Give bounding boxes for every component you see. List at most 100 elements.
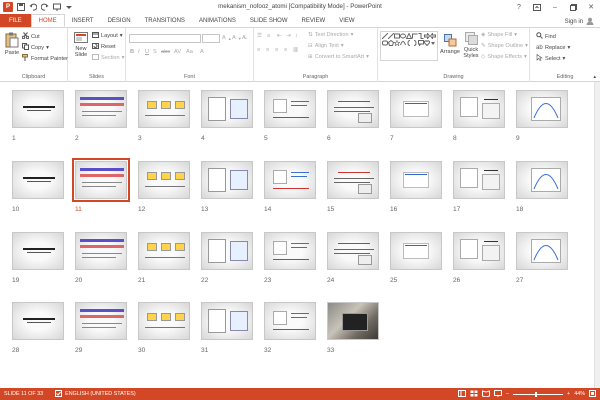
slide-thumbnail-29[interactable] [75, 302, 127, 340]
paste-button[interactable]: Paste [3, 32, 21, 56]
zoom-slider[interactable] [513, 391, 564, 397]
slide-thumbnail-23[interactable] [264, 232, 316, 270]
slide-thumbnail-20[interactable] [75, 232, 127, 270]
underline-icon[interactable]: U [145, 49, 149, 55]
sign-in[interactable]: Sign in [565, 17, 594, 27]
font-color-icon[interactable]: A [200, 49, 204, 55]
slide-thumbnail-15[interactable] [327, 161, 379, 199]
slide-thumbnail-10[interactable] [12, 161, 64, 199]
slide-thumbnail-5[interactable] [264, 90, 316, 128]
vertical-scrollbar[interactable] [594, 82, 600, 388]
shadow-icon[interactable]: S [153, 49, 157, 55]
slide-thumbnail-9[interactable] [516, 90, 568, 128]
slide-thumbnail-13[interactable] [201, 161, 253, 199]
slide-thumbnail-31[interactable] [201, 302, 253, 340]
justify-icon[interactable]: ≡ [284, 47, 287, 53]
italic-icon[interactable]: I [138, 49, 140, 55]
slide-thumbnail-11[interactable] [72, 158, 130, 202]
tab-animations[interactable]: ANIMATIONS [192, 14, 243, 27]
tab-view[interactable]: VIEW [332, 14, 361, 27]
quick-styles-button[interactable]: Quick Styles [462, 32, 480, 59]
ribbon-display-icon[interactable] [528, 0, 546, 14]
slide-thumbnail-14[interactable] [264, 161, 316, 199]
customize-qat-icon[interactable] [64, 3, 73, 12]
shape-fill-button[interactable]: ◈ Shape Fill ▾ [481, 32, 517, 38]
zoom-level[interactable]: 44% [574, 391, 585, 397]
tab-transitions[interactable]: TRANSITIONS [138, 14, 192, 27]
sign-in-label[interactable]: Sign in [565, 19, 583, 25]
text-direction-button[interactable]: ⇅ Text Direction ▾ [308, 32, 353, 38]
clear-formatting-icon[interactable]: A̶ [242, 35, 246, 41]
zoom-out-button[interactable]: – [506, 391, 509, 397]
convert-smartart-button[interactable]: ⊞ Convert to SmartArt ▾ [308, 54, 369, 60]
slide-thumbnail-24[interactable] [327, 232, 379, 270]
line-spacing-icon[interactable]: ↕ [295, 33, 298, 39]
restore-icon[interactable] [564, 0, 582, 14]
slide-thumbnail-27[interactable] [516, 232, 568, 270]
tab-review[interactable]: REVIEW [295, 14, 333, 27]
slide-thumbnail-19[interactable] [12, 232, 64, 270]
replace-button[interactable]: ab Replace ▾ [536, 43, 570, 52]
slide-thumbnail-30[interactable] [138, 302, 190, 340]
numbering-icon[interactable]: ≡ [267, 33, 270, 39]
tab-file[interactable]: FILE [0, 14, 31, 27]
slide-thumbnail-16[interactable] [390, 161, 442, 199]
slide-thumbnail-17[interactable] [453, 161, 505, 199]
help-icon[interactable]: ? [510, 0, 528, 14]
zoom-in-button[interactable]: + [567, 391, 570, 397]
slide-thumbnail-1[interactable] [12, 90, 64, 128]
slide-thumbnail-21[interactable] [138, 232, 190, 270]
bold-icon[interactable]: B [130, 49, 134, 55]
slideshow-view-icon[interactable] [494, 389, 503, 399]
arrange-button[interactable]: Arrange [440, 34, 460, 55]
start-slideshow-icon[interactable] [52, 3, 61, 12]
reading-view-icon[interactable] [482, 389, 491, 399]
arrow-shape-icon[interactable] [430, 33, 436, 39]
slide-thumbnail-12[interactable] [138, 161, 190, 199]
zoom-slider-thumb[interactable] [535, 391, 538, 397]
language-indicator[interactable]: ENGLISH (UNITED STATES) [55, 389, 136, 399]
increase-indent-icon[interactable]: ⇥ [286, 33, 291, 39]
find-button[interactable]: Find [536, 32, 556, 41]
change-case-icon[interactable]: Aa [186, 49, 193, 55]
slide-thumbnail-6[interactable] [327, 90, 379, 128]
slide-thumbnail-3[interactable] [138, 90, 190, 128]
slide-thumbnail-32[interactable] [264, 302, 316, 340]
save-icon[interactable] [16, 3, 25, 12]
tab-insert[interactable]: INSERT [65, 14, 101, 27]
format-painter-button[interactable]: Format Painter [22, 54, 68, 63]
collapse-ribbon-icon[interactable]: ▴ [593, 74, 596, 80]
shapes-gallery[interactable] [380, 31, 438, 61]
section-button[interactable]: Section ▾ [92, 54, 124, 62]
slide-thumbnail-2[interactable] [75, 90, 127, 128]
columns-icon[interactable]: ▥ [293, 47, 298, 53]
decrease-indent-icon[interactable]: ⇤ [277, 33, 282, 39]
font-size-box[interactable] [202, 34, 220, 43]
fit-slide-icon[interactable] [589, 389, 596, 399]
powerpoint-logo-icon[interactable]: P [3, 2, 13, 12]
strikethrough-icon[interactable]: abc [161, 49, 170, 55]
reset-button[interactable]: Reset [92, 43, 116, 51]
bullets-icon[interactable]: ☰ [257, 33, 262, 39]
slide-thumbnail-25[interactable] [390, 232, 442, 270]
slide-thumbnail-7[interactable] [390, 90, 442, 128]
align-right-icon[interactable]: ≡ [275, 47, 278, 53]
layout-button[interactable]: Layout ▾ [92, 32, 123, 40]
shrink-font-icon[interactable]: A ▼ [232, 35, 242, 41]
tab-design[interactable]: DESIGN [101, 14, 138, 27]
normal-view-icon[interactable] [458, 389, 467, 399]
select-button[interactable]: Select ▾ [536, 53, 565, 63]
shape-effects-button[interactable]: ◇ Shape Effects ▾ [481, 54, 527, 60]
close-icon[interactable]: ✕ [582, 0, 600, 14]
grow-font-icon[interactable]: A ▲ [222, 35, 232, 41]
slide-sorter-view-icon[interactable] [470, 390, 478, 399]
slide-thumbnail-33[interactable] [327, 302, 379, 340]
more-shapes-icon[interactable] [430, 40, 436, 46]
slide-thumbnail-22[interactable] [201, 232, 253, 270]
slide-thumbnail-18[interactable] [516, 161, 568, 199]
align-center-icon[interactable]: ≡ [266, 47, 269, 53]
minimize-icon[interactable]: – [546, 0, 564, 14]
tab-home[interactable]: HOME [30, 14, 65, 27]
slide-thumbnail-26[interactable] [453, 232, 505, 270]
slide-thumbnail-4[interactable] [201, 90, 253, 128]
